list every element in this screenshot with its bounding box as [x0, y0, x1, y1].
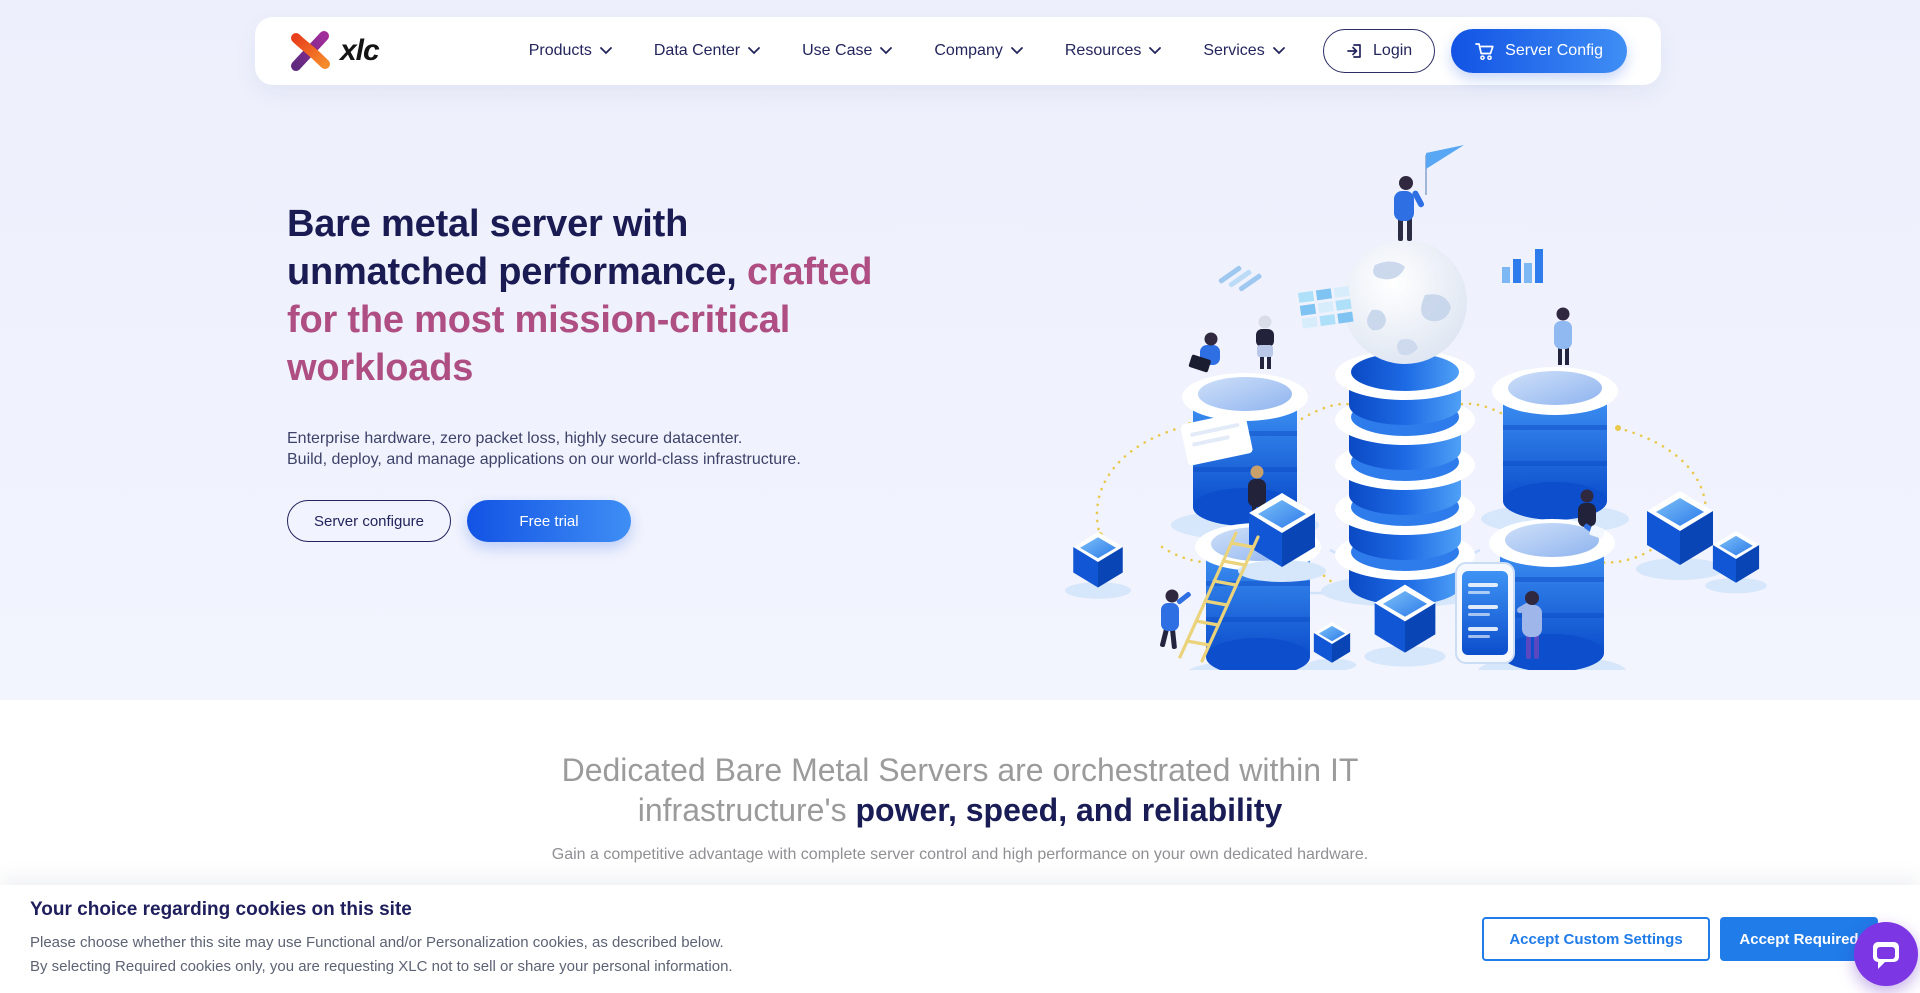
person-figure	[1256, 316, 1274, 370]
chevron-down-icon	[600, 47, 612, 55]
features-subtext: Gain a competitive advantage with comple…	[0, 846, 1920, 864]
login-icon	[1346, 42, 1364, 60]
iso-cube	[1308, 622, 1356, 670]
main-menu: Products Data Center Use Case Company Re…	[529, 42, 1285, 60]
cookie-line-1: Please choose whether this site may use …	[30, 931, 733, 955]
accept-custom-settings-button[interactable]: Accept Custom Settings	[1482, 917, 1710, 961]
floating-lines	[1218, 258, 1262, 299]
server-cylinder	[1481, 367, 1629, 534]
nav-item-company[interactable]: Company	[934, 42, 1022, 60]
iso-cube	[1636, 491, 1724, 580]
logo[interactable]: xlc	[289, 29, 379, 73]
iso-cube	[1705, 531, 1767, 593]
flag	[1426, 145, 1464, 195]
chevron-down-icon	[880, 47, 892, 55]
person-on-globe	[1394, 176, 1425, 241]
chevron-down-icon	[1149, 47, 1161, 55]
hero-heading-navy: Bare metal server with unmatched perform…	[287, 203, 737, 293]
features-heading: Dedicated Bare Metal Servers are orchest…	[500, 750, 1420, 830]
features-heading-bold: power, speed, and reliability	[855, 792, 1282, 828]
chat-widget-button[interactable]	[1854, 922, 1918, 986]
page: xlc Products Data Center Use Case Compan…	[0, 0, 1920, 993]
chevron-down-icon	[1011, 47, 1023, 55]
floating-tiles	[1298, 286, 1354, 329]
cookie-text: Your choice regarding cookies on this si…	[30, 899, 733, 979]
bar-chart-glyph	[1502, 249, 1543, 283]
cookie-banner: Your choice regarding cookies on this si…	[0, 885, 1920, 993]
hero-subtext: Enterprise hardware, zero packet loss, h…	[287, 428, 907, 470]
hero-heading: Bare metal server with unmatched perform…	[287, 200, 875, 392]
cookie-line-2: By selecting Required cookies only, you …	[30, 955, 733, 979]
navbar: xlc Products Data Center Use Case Compan…	[255, 17, 1661, 85]
nav-item-resources[interactable]: Resources	[1065, 42, 1161, 60]
login-button[interactable]: Login	[1323, 29, 1435, 73]
phone	[1456, 563, 1514, 663]
logo-icon	[289, 29, 331, 73]
globe	[1343, 240, 1467, 364]
chevron-down-icon	[1273, 47, 1285, 55]
nav-item-use-case[interactable]: Use Case	[802, 42, 892, 60]
chat-bubble-icon	[1869, 937, 1903, 971]
logo-text: xlc	[340, 34, 379, 68]
hero-content: Bare metal server with unmatched perform…	[287, 200, 907, 542]
free-trial-button[interactable]: Free trial	[467, 500, 631, 542]
nav-item-services[interactable]: Services	[1203, 42, 1284, 60]
chevron-down-icon	[748, 47, 760, 55]
person-figure-seated	[1188, 333, 1220, 373]
nav-item-products[interactable]: Products	[529, 42, 612, 60]
server-configure-button[interactable]: Server configure	[287, 500, 451, 542]
iso-cube	[1065, 532, 1131, 599]
nav-item-data-center[interactable]: Data Center	[654, 42, 760, 60]
cookie-title: Your choice regarding cookies on this si…	[30, 899, 733, 921]
hero-illustration	[1030, 95, 1780, 670]
hero-buttons: Server configure Free trial	[287, 500, 907, 542]
datacenter-isometric-illustration	[1030, 95, 1780, 670]
cart-icon	[1475, 42, 1495, 61]
cookie-actions: Accept Custom Settings Accept Required	[1482, 917, 1878, 961]
person-figure	[1554, 308, 1572, 366]
server-config-button[interactable]: Server Config	[1451, 29, 1627, 73]
nav-actions: Login Server Config	[1323, 29, 1627, 73]
